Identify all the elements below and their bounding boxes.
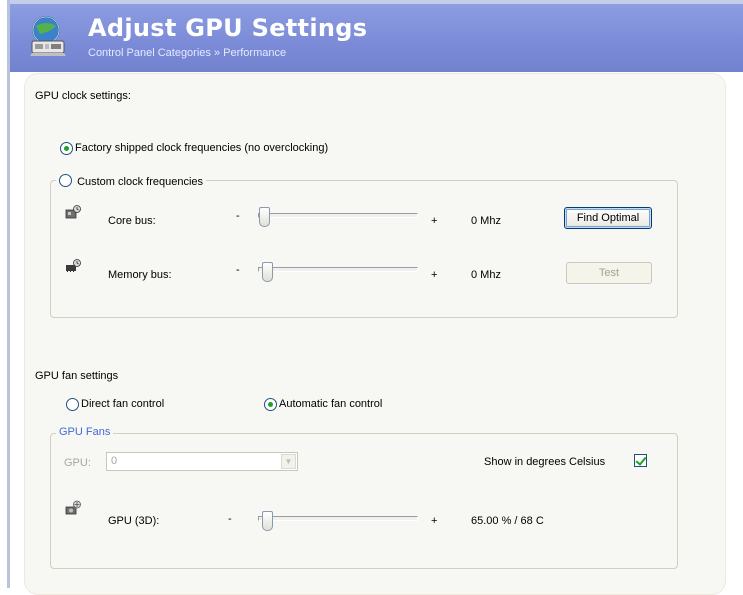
memory-bus-slider-thumb[interactable]	[262, 262, 273, 282]
factory-clock-radio[interactable]	[60, 142, 73, 155]
custom-clock-group	[50, 180, 678, 318]
memory-bus-label: Memory bus:	[108, 269, 172, 281]
memory-clock-icon	[66, 259, 81, 272]
clock-section-title: GPU clock settings:	[35, 90, 131, 102]
page-title: Adjust GPU Settings	[88, 14, 368, 42]
custom-clock-radio[interactable]	[59, 174, 72, 187]
memory-bus-plus: +	[431, 269, 438, 281]
gpu-clock-icon	[65, 205, 81, 219]
memory-bus-slider-track[interactable]	[258, 267, 418, 272]
fan-icon	[65, 500, 81, 515]
automatic-fan-label[interactable]: Automatic fan control	[279, 398, 382, 410]
core-bus-slider-thumb[interactable]	[259, 207, 270, 227]
test-button[interactable]: Test	[566, 262, 652, 284]
direct-fan-label[interactable]: Direct fan control	[81, 398, 164, 410]
gpu3d-minus: -	[228, 513, 232, 525]
celsius-label[interactable]: Show in degrees Celsius	[484, 456, 605, 468]
core-bus-minus: -	[236, 210, 240, 222]
factory-clock-label[interactable]: Factory shipped clock frequencies (no ov…	[75, 142, 328, 154]
memory-bus-value: 0 Mhz	[471, 269, 501, 281]
core-bus-label: Core bus:	[108, 215, 156, 227]
gpu-select-value: 0	[111, 455, 118, 467]
page-header: Adjust GPU Settings Control Panel Catego…	[10, 0, 743, 72]
gpu3d-value: 65.00 % / 68 C	[471, 515, 544, 527]
breadcrumb: Control Panel Categories » Performance	[88, 47, 287, 59]
fan-section-title: GPU fan settings	[35, 370, 119, 382]
gpu-select[interactable]: 0 ▼	[106, 452, 298, 471]
gpu-select-label: GPU:	[64, 457, 91, 469]
gpu-chip-monitor-icon	[30, 16, 66, 56]
find-optimal-button[interactable]: Find Optimal	[564, 207, 652, 229]
header-top-strip	[10, 0, 743, 4]
gpu3d-label: GPU (3D):	[108, 515, 160, 527]
window-left-border	[7, 0, 10, 588]
custom-clock-label[interactable]: Custom clock frequencies	[77, 176, 203, 188]
core-bus-plus: +	[431, 215, 438, 227]
core-bus-value: 0 Mhz	[471, 215, 501, 227]
custom-clock-legend: Custom clock frequencies	[56, 172, 207, 188]
gpu3d-slider-thumb[interactable]	[262, 511, 273, 531]
celsius-checkbox[interactable]	[634, 454, 647, 467]
automatic-fan-radio[interactable]	[264, 398, 277, 411]
core-bus-slider-track[interactable]	[258, 213, 418, 218]
gpu-fans-legend: GPU Fans	[56, 426, 114, 438]
gpu3d-slider-track[interactable]	[258, 516, 418, 521]
direct-fan-radio[interactable]	[66, 398, 79, 411]
gpu3d-plus: +	[431, 515, 438, 527]
chevron-down-icon[interactable]: ▼	[281, 454, 296, 469]
memory-bus-minus: -	[236, 264, 240, 276]
